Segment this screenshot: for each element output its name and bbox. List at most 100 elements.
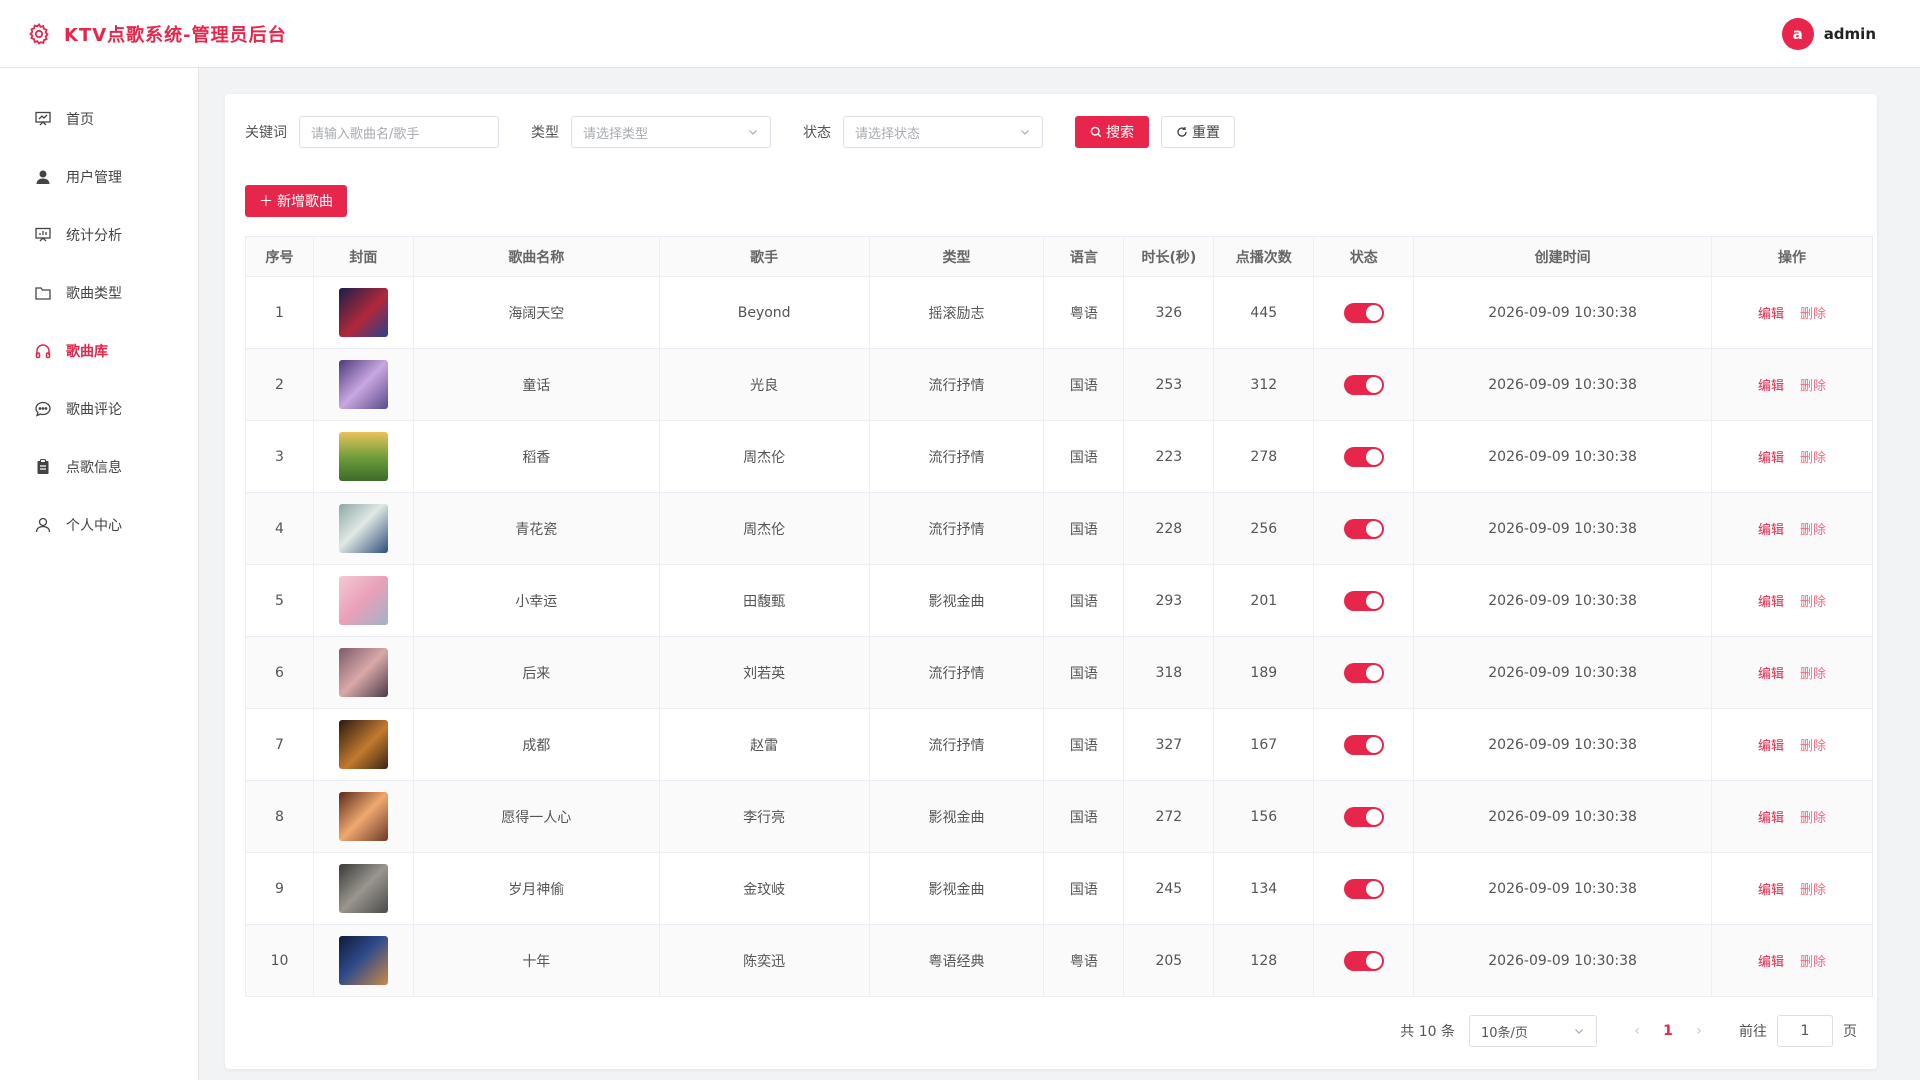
cell-actions: 编辑 删除 [1711,348,1873,421]
cover-image [338,792,388,841]
user-menu[interactable]: a admin [1781,17,1876,50]
status-select[interactable]: 请选择状态 [843,116,1043,148]
sidebar-item-song-types[interactable]: 歌曲类型 [0,264,198,322]
cell-plays: 128 [1213,924,1315,997]
cell-no: 5 [245,564,314,637]
sidebar-item-label: 点歌信息 [66,460,122,476]
cell-singer: 田馥甄 [658,564,870,637]
cell-created-time: 2026-09-09 10:30:38 [1413,420,1713,493]
cell-singer: 李行亮 [658,780,870,853]
sidebar-item-profile[interactable]: 个人中心 [0,496,198,554]
sidebar-item-song-library[interactable]: 歌曲库 [0,322,198,380]
status-toggle[interactable] [1343,734,1384,755]
cell-created-time: 2026-09-09 10:30:38 [1413,852,1713,925]
sidebar-item-label: 用户管理 [66,170,122,186]
table-row: 4 青花瓷 周杰伦 流行抒情 国语 228 256 2026-09-09 10:30:38 编辑… [245,492,1873,565]
edit-button[interactable]: 编辑 [1758,955,1784,970]
sidebar-item-requests[interactable]: 点歌信息 [0,438,198,496]
add-song-button[interactable]: ＋ 新增歌曲 [245,185,347,217]
column-header-name: 歌曲名称 [412,236,660,277]
cell-type: 流行抒情 [868,348,1045,421]
cover-image [338,648,388,697]
delete-button[interactable]: 删除 [1800,523,1826,538]
type-placeholder: 请选择类型 [583,126,649,142]
delete-button[interactable]: 删除 [1800,811,1826,826]
cell-plays: 134 [1213,852,1315,925]
cell-type: 流行抒情 [868,492,1045,565]
sidebar-item-statistics[interactable]: 统计分析 [0,206,198,264]
table-header-row: 序号 封面 歌曲名称 歌手 类型 语言 时长(秒) 点播次数 状态 创建时间 操… [245,236,1873,277]
status-toggle[interactable] [1343,374,1384,395]
cell-singer: 周杰伦 [658,420,870,493]
prev-page-icon[interactable]: ‹ [1623,1023,1651,1039]
edit-button[interactable]: 编辑 [1758,595,1784,610]
delete-button[interactable]: 删除 [1800,307,1826,322]
cell-status [1313,564,1415,637]
delete-button[interactable]: 删除 [1800,955,1826,970]
status-toggle[interactable] [1343,806,1384,827]
username[interactable]: admin [1824,25,1876,43]
avatar[interactable]: a [1781,17,1814,50]
cell-duration: 253 [1123,348,1215,421]
next-page-icon[interactable]: › [1685,1023,1713,1039]
cell-no: 6 [245,636,314,709]
table-row: 1 海阔天空 Beyond 摇滚励志 粤语 326 445 2026-09-09 10:30:… [245,276,1873,349]
status-toggle[interactable] [1343,950,1384,971]
edit-button[interactable]: 编辑 [1758,379,1784,394]
cell-created-time: 2026-09-09 10:30:38 [1413,492,1713,565]
cell-type: 影视金曲 [868,780,1045,853]
comment-icon [35,401,51,417]
cell-language: 粤语 [1043,276,1125,349]
edit-button[interactable]: 编辑 [1758,451,1784,466]
edit-button[interactable]: 编辑 [1758,883,1784,898]
cover-image [338,576,388,625]
folder-icon [35,287,51,300]
edit-button[interactable]: 编辑 [1758,307,1784,322]
search-icon [1090,126,1102,138]
delete-button[interactable]: 删除 [1800,379,1826,394]
cell-song-name: 小幸运 [412,564,660,637]
column-header-status: 状态 [1313,236,1415,277]
cell-language: 国语 [1043,636,1125,709]
status-toggle[interactable] [1343,446,1384,467]
search-button[interactable]: 搜索 [1075,116,1149,148]
status-toggle[interactable] [1343,302,1384,323]
reset-button[interactable]: 重置 [1161,116,1235,148]
type-select[interactable]: 请选择类型 [571,116,771,148]
cell-language: 国语 [1043,492,1125,565]
goto-page-input[interactable]: 1 [1777,1015,1833,1047]
gear-icon [26,21,52,47]
page-number-current[interactable]: 1 [1651,1023,1685,1039]
status-toggle[interactable] [1343,590,1384,611]
cover-image [338,936,388,985]
search-button-label: 搜索 [1106,125,1134,141]
column-header-language: 语言 [1043,236,1125,277]
edit-button[interactable]: 编辑 [1758,811,1784,826]
status-toggle[interactable] [1343,662,1384,683]
cell-status [1313,420,1415,493]
main-panel: 关键词 请输入歌曲名/歌手 类型 请选择类型 状态 请选择状态 搜索 重置 ＋ … [225,94,1877,1069]
cell-song-name: 童话 [412,348,660,421]
column-header-no: 序号 [245,236,314,277]
edit-button[interactable]: 编辑 [1758,523,1784,538]
delete-button[interactable]: 删除 [1800,667,1826,682]
page-suffix: 页 [1843,1024,1857,1040]
edit-button[interactable]: 编辑 [1758,667,1784,682]
sidebar-item-comments[interactable]: 歌曲评论 [0,380,198,438]
cell-language: 国语 [1043,564,1125,637]
sidebar-item-home[interactable]: 首页 [0,90,198,148]
status-toggle[interactable] [1343,518,1384,539]
cell-song-name: 成都 [412,708,660,781]
delete-button[interactable]: 删除 [1800,595,1826,610]
page-size-select[interactable]: 10条/页 [1469,1015,1597,1047]
delete-button[interactable]: 删除 [1800,739,1826,754]
delete-button[interactable]: 删除 [1800,451,1826,466]
sidebar-item-users[interactable]: 用户管理 [0,148,198,206]
status-toggle[interactable] [1343,878,1384,899]
delete-button[interactable]: 删除 [1800,883,1826,898]
cell-status [1313,276,1415,349]
edit-button[interactable]: 编辑 [1758,739,1784,754]
status-label: 状态 [803,125,831,141]
keyword-input[interactable]: 请输入歌曲名/歌手 [299,116,499,148]
cell-singer: Beyond [658,276,870,349]
